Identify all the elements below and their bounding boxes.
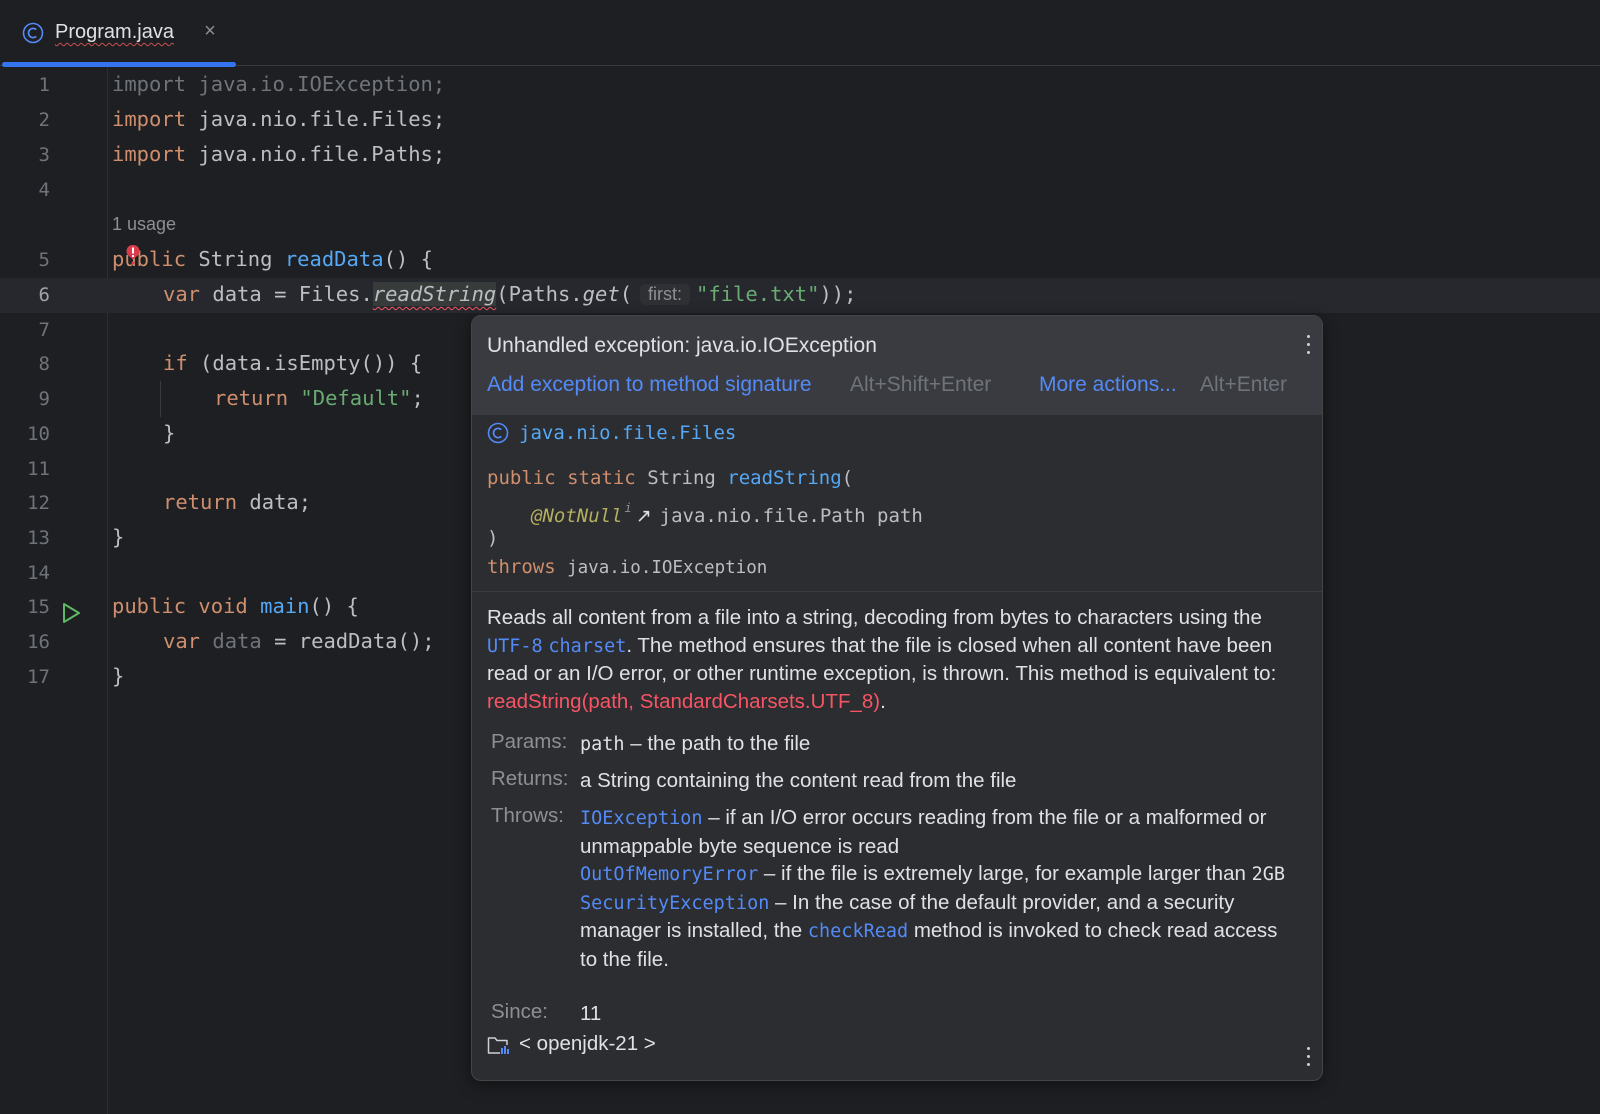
kebab-menu-icon[interactable] <box>1298 332 1318 358</box>
code-text: return data; <box>163 490 312 514</box>
method-parameter: @NotNull i ↗ java.nio.file.Path path <box>531 501 923 527</box>
divider <box>472 591 1322 592</box>
error-highlight: readString <box>372 282 497 306</box>
unresolved-code-link[interactable]: readString(path, StandardCharsets.UTF_8) <box>487 690 880 713</box>
line-number: 17 <box>27 666 50 688</box>
documentation-popup[interactable]: Unhandled exception: java.io.IOException… <box>471 315 1323 1081</box>
utf8-link[interactable]: UTF-8 <box>487 636 543 657</box>
securityexception-link[interactable]: SecurityException <box>580 893 769 914</box>
shortcut-hint: Alt+Enter <box>1200 373 1287 396</box>
kebab-menu-icon[interactable] <box>1298 1044 1318 1070</box>
line-number: 1 <box>38 74 50 96</box>
code-line[interactable]: 5 public String readData() { <box>0 243 1600 278</box>
error-icon[interactable] <box>124 244 142 266</box>
params-value: path – the path to the file <box>580 732 811 755</box>
returns-value: a String containing the content read fro… <box>580 769 1017 792</box>
line-number: 11 <box>27 458 50 480</box>
editor-tab-bar: Program.java × <box>0 0 1600 67</box>
since-label: Since: <box>491 1000 548 1023</box>
code-text: } <box>112 525 125 549</box>
code-line[interactable]: 1 import java.io.IOException; <box>0 68 1600 103</box>
throws-item: IOException – if an I/O error occurs rea… <box>580 806 1267 858</box>
more-actions-link[interactable]: More actions... <box>1039 373 1177 397</box>
library-folder-icon <box>487 1037 509 1054</box>
line-number: 16 <box>27 631 50 653</box>
active-tab-indicator <box>2 62 236 67</box>
code-text: var data = Files.readString(Paths.get(fi… <box>163 282 857 306</box>
code-text: var data = readData(); <box>163 629 435 653</box>
method-signature: public static String readString( <box>487 467 854 489</box>
close-icon[interactable]: × <box>200 20 220 43</box>
class-icon <box>22 22 44 44</box>
line-number: 3 <box>38 144 50 166</box>
code-text: public String readData() { <box>112 247 433 271</box>
error-message: Unhandled exception: java.io.IOException <box>487 334 877 357</box>
throws-item: OutOfMemoryError – if the file is extrem… <box>580 862 1286 885</box>
code-text: import java.nio.file.Files; <box>112 107 446 131</box>
code-text: import java.io.IOException; <box>112 72 446 96</box>
sdk-name: < openjdk-21 > <box>519 1032 656 1055</box>
tab-program-java[interactable]: Program.java × <box>0 0 236 67</box>
since-value: 11 <box>580 1002 602 1025</box>
throws-label: Throws: <box>491 804 564 827</box>
code-line[interactable]: 2 import java.nio.file.Files; <box>0 103 1600 138</box>
line-number: 7 <box>38 319 50 341</box>
code-line[interactable]: 4 <box>0 173 1600 208</box>
class-icon <box>487 422 509 444</box>
line-number: 4 <box>38 179 50 201</box>
code-text: import java.nio.file.Paths; <box>112 142 446 166</box>
code-text: public void main() { <box>112 594 359 618</box>
error-actions-panel: Unhandled exception: java.io.IOException… <box>472 316 1322 415</box>
params-label: Params: <box>491 730 568 753</box>
line-number: 10 <box>27 423 50 445</box>
line-number: 5 <box>38 249 50 271</box>
shortcut-hint: Alt+Shift+Enter <box>850 373 992 396</box>
ioexception-link[interactable]: IOException <box>580 808 703 829</box>
line-number: 9 <box>38 388 50 410</box>
throws-clause: throws java.io.IOException <box>487 556 768 578</box>
signature-close: ) <box>487 527 499 549</box>
code-text: if (data.isEmpty()) { <box>163 351 423 375</box>
code-text: } <box>163 421 176 445</box>
code-text: } <box>112 664 125 688</box>
tab-label: Program.java <box>55 21 174 43</box>
run-icon[interactable] <box>60 602 82 624</box>
usage-hint[interactable]: 1 usage <box>112 214 176 235</box>
returns-label: Returns: <box>491 767 569 790</box>
throws-value: IOException – if an I/O error occurs rea… <box>580 804 1300 973</box>
line-number: 12 <box>27 492 50 514</box>
charset-link[interactable]: charset <box>548 636 626 657</box>
line-number: 14 <box>27 562 50 584</box>
method-description: Reads all content from a file into a str… <box>487 606 1277 713</box>
line-number: 8 <box>38 353 50 375</box>
code-line[interactable]: 3 import java.nio.file.Paths; <box>0 138 1600 173</box>
class-link[interactable]: java.nio.file.Files <box>519 422 736 444</box>
line-number: 2 <box>38 109 50 131</box>
add-exception-action[interactable]: Add exception to method signature <box>487 373 812 397</box>
line-number: 6 <box>38 284 50 306</box>
parameter-hint: first: <box>640 284 691 305</box>
throws-item: SecurityException – In the case of the d… <box>580 890 1278 971</box>
external-link-icon[interactable]: ↗ <box>636 505 652 527</box>
checkread-link[interactable]: checkRead <box>808 921 908 942</box>
code-line-current[interactable]: 6 var data = Files.readString(Paths.get(… <box>0 278 1600 313</box>
outofmemoryerror-link[interactable]: OutOfMemoryError <box>580 864 758 885</box>
code-text: return "Default"; <box>214 386 424 410</box>
line-number: 15 <box>27 596 50 618</box>
line-number: 13 <box>27 527 50 549</box>
